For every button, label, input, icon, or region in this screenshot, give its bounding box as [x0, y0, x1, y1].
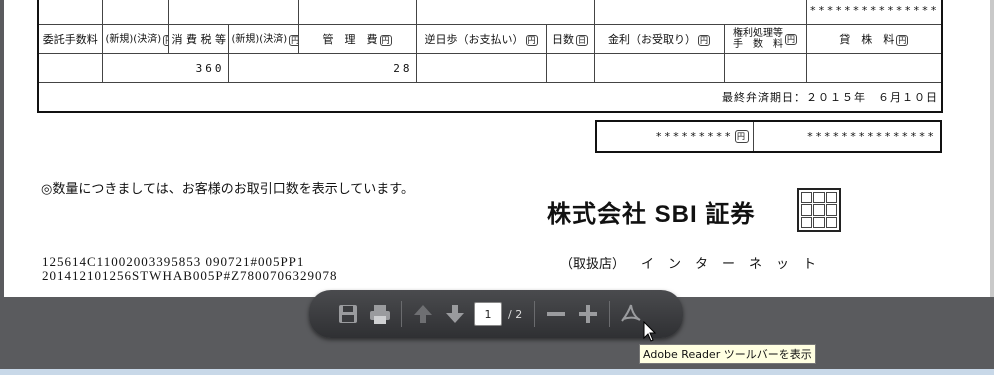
code-line-1: 125614C11002003395853 090721#005PP1: [42, 254, 305, 269]
mgmt-fee-header: 管 理 費円: [297, 24, 417, 54]
value-cell: [545, 53, 595, 83]
due-date: 最終弁済期日：２０１５年 ６月１０日: [37, 82, 943, 113]
commission-sub-header: (新規)(決済)円: [101, 24, 169, 54]
top-cell: [297, 0, 417, 25]
zoom-in-icon[interactable]: [575, 301, 601, 327]
value-cell: [805, 53, 943, 83]
value-cell: [593, 53, 725, 83]
toolbar-divider: [401, 301, 402, 327]
handler: （取扱店） インターネット: [560, 253, 830, 272]
rights-fee-header: 権利処理等手 数 料円: [723, 24, 807, 54]
commission-value: 360: [102, 53, 229, 83]
interest-header: 金利（お受取り）円: [593, 24, 725, 54]
barcode-text: 125614C11002003395853 090721#005PP1 2014…: [42, 255, 338, 283]
print-icon[interactable]: [367, 301, 393, 327]
pdf-page: *************** 委託手数料 (新規)(決済)円 消 費 税 等 …: [4, 0, 990, 297]
pdf-toolbar: 1 / 2: [309, 290, 683, 338]
mouse-cursor-icon: [643, 321, 657, 342]
toolbar-divider: [534, 301, 536, 327]
page-edge: [990, 0, 994, 297]
next-page-icon[interactable]: [442, 301, 468, 327]
value-cell: [415, 53, 547, 83]
lending-fee-header: 貸 株 料円: [805, 24, 943, 54]
summary-box: ********* 円 ***************: [595, 120, 942, 153]
previous-page-icon[interactable]: [410, 301, 436, 327]
value-cell: [723, 53, 807, 83]
toolbar-divider: [609, 301, 611, 327]
handler-value: インターネット: [641, 257, 831, 272]
days-header: 日数日: [545, 24, 595, 54]
adobe-reader-icon[interactable]: [618, 301, 644, 327]
top-stars-cell: ***************: [805, 0, 943, 25]
company-name: 株式会社 SBI 証券: [547, 201, 756, 228]
quantity-note: ◎数量につきましては、お客様のお取引口数を表示しています。: [41, 182, 415, 197]
value-cell: [37, 53, 103, 83]
trade-table: *************** 委託手数料 (新規)(決済)円 消 費 税 等 …: [37, 0, 943, 113]
page-total: / 2: [508, 307, 523, 321]
top-cell: [167, 0, 299, 25]
top-cell: [101, 0, 169, 25]
commission-header: 委託手数料: [37, 24, 103, 54]
summary-cell-b: ***************: [806, 130, 936, 143]
top-cell: [37, 0, 103, 25]
page-number-input[interactable]: 1: [474, 302, 502, 326]
summary-cell-a: ********* 円: [597, 122, 754, 151]
tax-header: 消 費 税 等: [167, 24, 229, 54]
zoom-out-icon[interactable]: [543, 301, 569, 327]
toolbar-tooltip: Adobe Reader ツールバーを表示: [639, 344, 816, 364]
tax-sub-header: (新規)(決済)円: [227, 24, 299, 54]
company-seal: [797, 188, 841, 232]
tax-value: 28: [227, 53, 417, 83]
top-cell: [415, 0, 595, 25]
code-line-2: 201412101256STWHAB005P#Z7800706329078: [42, 268, 338, 283]
handler-label: （取扱店）: [560, 257, 626, 272]
window-bottom-edge: [0, 369, 994, 375]
save-icon[interactable]: [335, 301, 361, 327]
top-cell: [593, 0, 807, 25]
reverse-fee-header: 逆日歩（お支払い）円: [415, 24, 547, 54]
